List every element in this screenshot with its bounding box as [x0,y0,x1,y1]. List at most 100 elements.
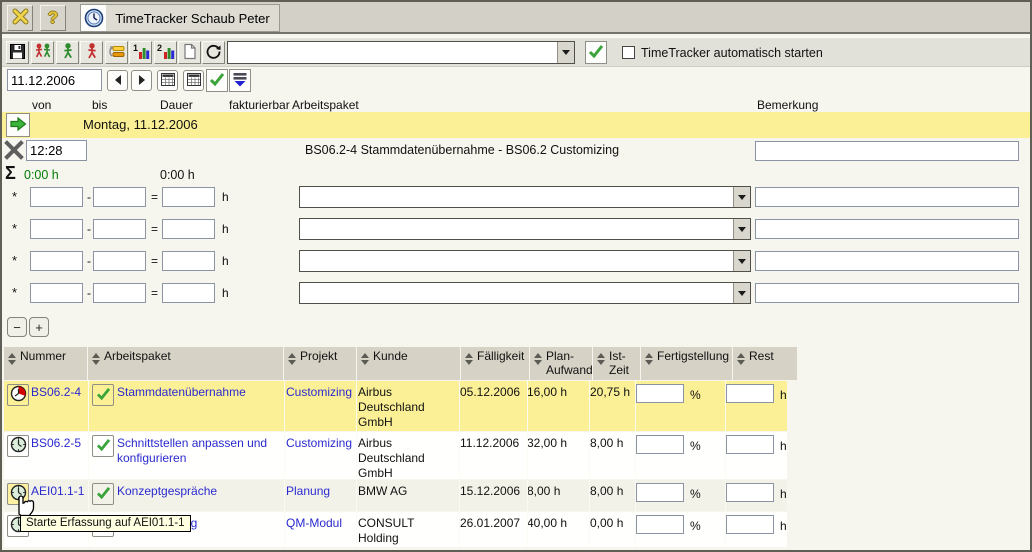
arbeitspaket-combo[interactable] [299,218,751,240]
actual-time: 0,00 h [590,516,623,531]
dauer-input[interactable] [162,251,215,271]
combo-dropdown-button[interactable] [557,42,574,63]
sort-icon[interactable] [361,353,369,378]
sort-icon[interactable] [465,353,473,378]
start-recording-button[interactable] [7,435,29,457]
combo-dropdown-button[interactable] [733,187,750,207]
th-fertigstellung[interactable]: Fertigstellung [641,347,732,380]
th-projekt[interactable]: Projekt [284,347,356,380]
billable-button[interactable] [92,435,114,457]
von-input[interactable] [30,187,83,207]
rest-input[interactable] [726,515,774,534]
start-day-button[interactable] [6,113,30,137]
completion-input[interactable] [636,435,684,454]
refresh-button[interactable] [202,41,225,64]
active-remark-input[interactable] [755,141,1019,161]
report-2-button[interactable]: 2 [154,41,177,64]
project-link[interactable]: QM-Modul [286,516,356,531]
th-rest[interactable]: Rest [733,347,797,380]
add-row-button[interactable]: + [29,317,49,337]
stop-recording-icon[interactable] [4,140,24,163]
arbeitspaket-combo[interactable] [299,250,751,272]
completion-input[interactable] [636,515,684,534]
dauer-input[interactable] [162,283,215,303]
th-nummer[interactable]: Nummer [4,347,87,380]
task-number-link[interactable]: AEI01.1-1 [31,484,87,499]
remove-row-button[interactable]: − [7,317,27,337]
start-recording-button[interactable] [7,384,29,406]
sort-icon[interactable] [288,353,296,378]
von-input[interactable] [30,219,83,239]
plan-effort: 16,00 h [527,385,567,400]
report-1-button[interactable]: 1 [129,41,152,64]
von-input[interactable] [30,251,83,271]
billable-button[interactable] [92,384,114,406]
sort-icon[interactable] [8,353,16,378]
next-day-button[interactable] [131,70,152,91]
task-number-link[interactable]: BS06.2-5 [31,436,87,451]
bemerkung-input[interactable] [755,219,1019,239]
completion-input[interactable] [636,483,684,502]
recording-start-time-input[interactable] [26,140,87,161]
autostart-label: TimeTracker automatisch starten [641,46,823,60]
billable-button[interactable] [92,483,114,505]
booking-combo[interactable] [227,41,575,64]
help-button[interactable]: ? [40,5,66,31]
project-link[interactable]: Customizing [286,436,356,451]
update-list-button[interactable] [105,41,128,64]
date-input[interactable] [7,69,102,91]
confirm-booking-button[interactable] [585,41,607,64]
bis-input[interactable] [93,251,146,271]
prev-day-button[interactable] [107,70,128,91]
von-input[interactable] [30,283,83,303]
rest-input[interactable] [726,384,774,403]
combo-dropdown-button[interactable] [733,283,750,303]
arbeitspaket-combo[interactable] [299,282,751,304]
sort-icon[interactable] [534,353,542,378]
sort-icon[interactable] [645,353,653,378]
bemerkung-input[interactable] [755,283,1019,303]
th-faelligkeit[interactable]: Fälligkeit [461,347,529,380]
dauer-input[interactable] [162,187,215,207]
package-link[interactable]: Konzeptgespräche [117,484,281,499]
dauer-input[interactable] [162,219,215,239]
project-link[interactable]: Planung [286,484,356,499]
rest-input[interactable] [726,435,774,454]
clock-out-button[interactable] [80,41,103,64]
clock-in-button[interactable] [56,41,79,64]
rest-input[interactable] [726,483,774,502]
main-toolbar: 1 2 [2,37,1030,67]
calendar-week-button[interactable] [183,70,204,91]
save-button[interactable] [6,41,29,64]
th-plan-aufwand[interactable]: Plan- Aufwand [530,347,592,380]
bemerkung-input[interactable] [755,187,1019,207]
th-arbeitspaket[interactable]: Arbeitspaket [88,347,283,380]
sort-icon[interactable] [92,353,100,378]
collapse-day-button[interactable] [229,69,251,92]
completion-input[interactable] [636,384,684,403]
sort-icon[interactable] [737,353,745,378]
package-link[interactable]: Schnittstellen anpassen und konfiguriere… [117,436,281,466]
combo-dropdown-button[interactable] [733,219,750,239]
th-kunde[interactable]: Kunde [357,347,460,380]
percent-unit: % [690,388,701,402]
autostart-checkbox[interactable] [622,46,635,59]
new-entry-button[interactable] [178,41,201,64]
project-link[interactable]: Customizing [286,385,356,400]
app-title: TimeTracker Schaub Peter [106,4,280,32]
close-button[interactable] [7,5,33,31]
th-ist-zeit[interactable]: Ist- Zeit [593,347,640,380]
bemerkung-input[interactable] [755,251,1019,271]
bis-input[interactable] [93,219,146,239]
clock-in-out-button[interactable] [31,41,54,64]
check-icon [588,44,604,61]
package-link[interactable]: Stammdatenübernahme [117,385,281,400]
bis-input[interactable] [93,283,146,303]
arbeitspaket-combo[interactable] [299,186,751,208]
bis-input[interactable] [93,187,146,207]
calendar-button[interactable] [157,70,178,91]
sort-icon[interactable] [597,353,605,378]
confirm-date-button[interactable] [206,69,228,92]
combo-dropdown-button[interactable] [733,251,750,271]
task-number-link[interactable]: BS06.2-4 [31,385,87,400]
